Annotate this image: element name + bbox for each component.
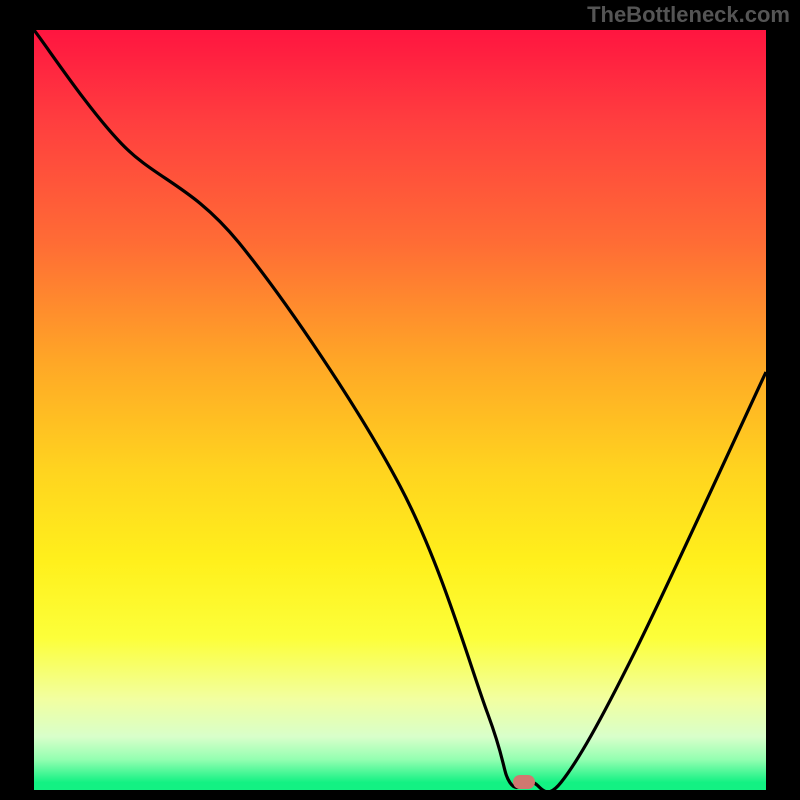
curve-layer (34, 30, 766, 790)
optimal-point-marker (513, 775, 535, 789)
chart-container: TheBottleneck.com (0, 0, 800, 800)
plot-area (34, 30, 766, 790)
bottleneck-curve-path (34, 30, 766, 790)
attribution-label: TheBottleneck.com (587, 2, 790, 28)
